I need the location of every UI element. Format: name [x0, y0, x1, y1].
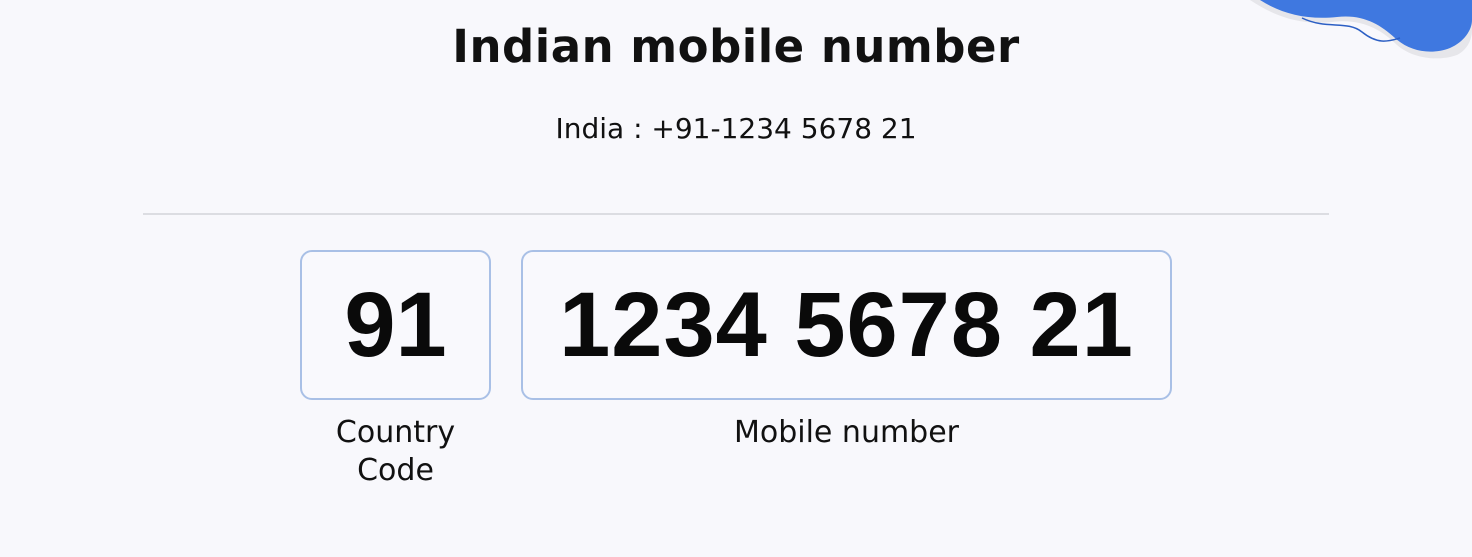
- country-code-label: Country Code: [300, 414, 491, 490]
- divider: [143, 213, 1329, 215]
- country-code-box: 91: [300, 250, 491, 400]
- page-title: Indian mobile number: [452, 20, 1020, 73]
- page-subtitle: India : +91-1234 5678 21: [555, 112, 917, 145]
- mobile-number-box: 1234 5678 21: [521, 250, 1172, 400]
- country-code-label-line1: Country: [335, 415, 456, 450]
- country-code-label-line2: Code: [357, 453, 434, 488]
- mobile-number-label: Mobile number: [733, 415, 960, 450]
